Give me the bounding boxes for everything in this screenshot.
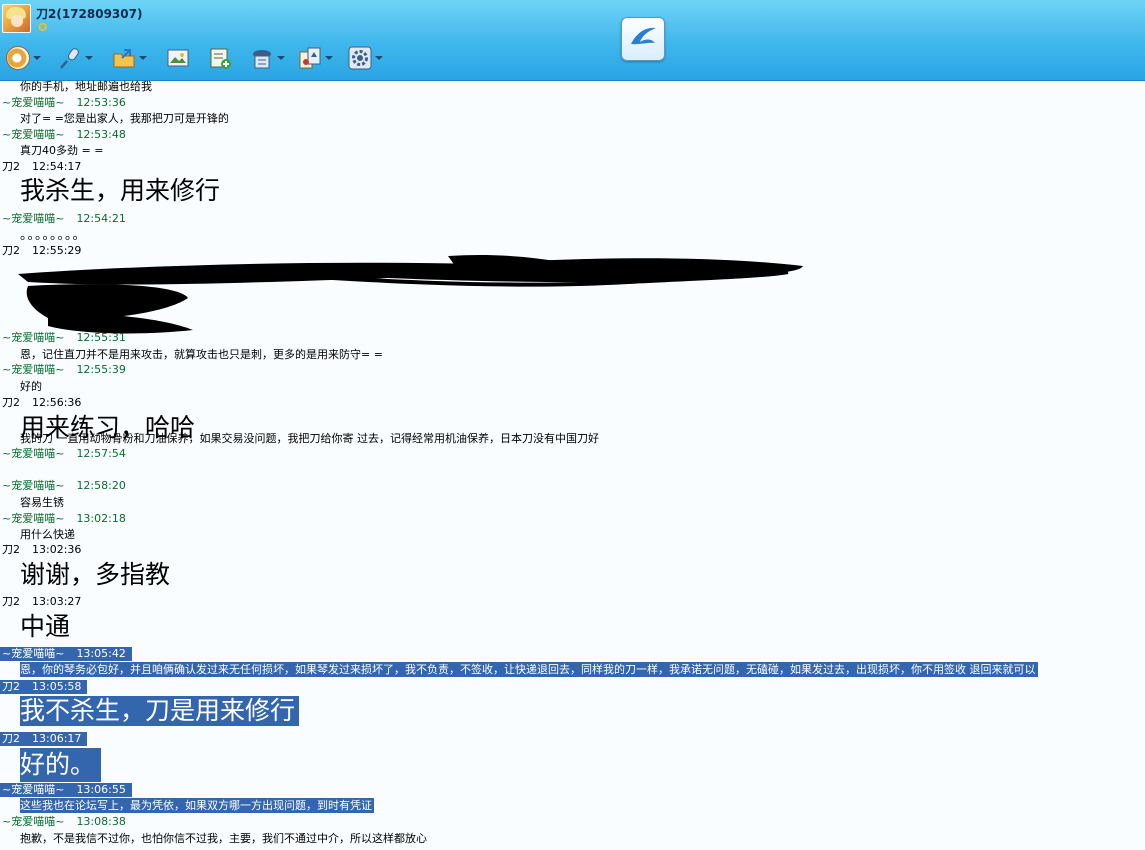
star-status-icon: ✪ (38, 21, 48, 34)
video-call-icon (6, 46, 30, 70)
message-header: ~宠爱喵喵~ 13:02:18 (2, 512, 126, 526)
message-header: ~宠爱喵喵~ 12:53:48 (2, 128, 126, 142)
message-header: 刀2 13:05:58 (0, 680, 88, 694)
remote-assist-button[interactable] (248, 44, 288, 74)
photo-button[interactable] (164, 44, 204, 74)
message-header: 刀2 13:03:27 (2, 595, 81, 609)
chevron-down-icon[interactable] (277, 56, 285, 60)
message-text: 。。。。。。。。 (20, 228, 87, 243)
sender-name: ~宠爱喵喵~ (2, 331, 65, 344)
message-time: 12:57:54 (76, 447, 126, 460)
message-header: ~宠爱喵喵~ 12:57:54 (2, 447, 126, 461)
message-time: 13:05:58 (32, 680, 82, 693)
message-text: 恩，记住直刀并不是用来攻击，就算攻击也只是刺，更多的是用来防守= = (20, 348, 383, 361)
message-header: ~宠爱喵喵~ 12:55:39 (2, 363, 126, 377)
sender-name: ~宠爱喵喵~ (2, 815, 65, 828)
message-header: ~宠爱喵喵~ 12:58:20 (2, 479, 126, 493)
message-text: 容易生锈 (20, 496, 64, 509)
message-time: 13:06:17 (32, 732, 82, 745)
apps-button[interactable] (296, 44, 336, 74)
message-header: ~宠爱喵喵~ 12:53:36 (2, 96, 126, 110)
message-text: 好的 (20, 380, 42, 393)
settings-button[interactable] (346, 44, 386, 74)
sender-name: ~宠爱喵喵~ (2, 512, 65, 525)
app-logo-button[interactable] (621, 17, 665, 61)
message-header: ~宠爱喵喵~ 13:05:42 (0, 647, 132, 661)
contact-avatar[interactable] (2, 4, 31, 33)
message-text: 我的刀 一直用动物骨粉和刀油保养，如果交易没问题，我把刀给你寄 过去，记得经常用… (20, 432, 599, 445)
sender-name: 刀2 (2, 543, 20, 556)
sender-name: ~宠爱喵喵~ (2, 783, 65, 796)
message-header: ~宠爱喵喵~ 13:08:38 (2, 815, 126, 829)
message-text: 真刀40多劲 = = (20, 144, 104, 157)
message-text: 这些我也在论坛写上，最为凭依，如果双方哪一方出现问题，到时有凭证 (20, 798, 374, 813)
message-text: 你的手机，地址邮遍也给我 (20, 80, 152, 93)
message-text: 谢谢，多指教 (20, 560, 171, 589)
sender-name: ~宠爱喵喵~ (2, 447, 65, 460)
chevron-down-icon[interactable] (85, 56, 93, 60)
photo-icon (166, 46, 190, 70)
message-time: 13:05:42 (76, 647, 126, 660)
message-time: 12:55:39 (76, 363, 126, 376)
message-text: 恩，你的琴务必包好，并且咱俩确认发过来无任何损坏，如果琴发过来损坏了，我不负责，… (20, 662, 1038, 677)
message-time: 12:56:36 (32, 396, 82, 409)
add-contact-button[interactable] (206, 44, 246, 74)
title-bar: 刀2(172809307) ✪ (0, 0, 1145, 81)
sender-name: ~宠爱喵喵~ (2, 479, 65, 492)
sender-name: 刀2 (2, 595, 20, 608)
message-header: ~宠爱喵喵~ 12:54:21 (2, 212, 126, 226)
message-time: 12:53:36 (76, 96, 126, 109)
send-file-icon (112, 46, 136, 70)
message-text: 中通 (20, 612, 71, 641)
message-time: 12:58:20 (76, 479, 126, 492)
message-header: 刀2 12:54:17 (2, 160, 81, 174)
message-time: 13:03:27 (32, 595, 82, 608)
message-time: 13:06:55 (76, 783, 126, 796)
swallow-logo-icon (631, 27, 656, 45)
chevron-down-icon[interactable] (139, 56, 147, 60)
message-header: 刀2 13:06:17 (0, 732, 88, 746)
message-header: 刀2 13:02:36 (2, 543, 81, 557)
sender-name: ~宠爱喵喵~ (2, 212, 65, 225)
sender-name: ~宠爱喵喵~ (2, 363, 65, 376)
message-text: 好的。 (20, 748, 102, 782)
chevron-down-icon[interactable] (33, 56, 41, 60)
message-time: 12:54:21 (76, 212, 126, 225)
message-text: 抱歉，不是我信不过你，也怕你信不过我，主要，我们不通过中介，所以这样都放心 (20, 832, 427, 845)
sender-name: ~宠爱喵喵~ (2, 96, 65, 109)
apps-icon (298, 46, 322, 70)
settings-icon (348, 46, 372, 70)
message-time: 12:54:17 (32, 160, 82, 173)
redaction-scribble (18, 254, 803, 334)
chevron-down-icon[interactable] (375, 56, 383, 60)
add-contact-icon (208, 46, 232, 70)
sender-name: ~宠爱喵喵~ (2, 647, 65, 660)
microphone-icon (58, 46, 82, 70)
send-file-button[interactable] (110, 44, 150, 74)
message-text: 对了= =您是出家人，我那把刀可是开锋的 (20, 112, 229, 125)
video-call-button[interactable] (4, 44, 44, 74)
message-header: ~宠爱喵喵~ 12:55:31 (2, 331, 126, 345)
sender-name: ~宠爱喵喵~ (2, 128, 65, 141)
sender-name: 刀2 (2, 732, 20, 745)
sender-name: 刀2 (2, 160, 20, 173)
message-time: 12:53:48 (76, 128, 126, 141)
message-header: 刀2 12:56:36 (2, 396, 81, 410)
window-title: 刀2(172809307) (36, 7, 143, 21)
sender-name: 刀2 (2, 396, 20, 409)
remote-assist-icon (250, 46, 274, 70)
message-history[interactable]: 你的手机，地址邮遍也给我 ~宠爱喵喵~ 12:53:36 对了= =您是出家人，我… (0, 80, 1145, 850)
message-time: 13:08:38 (76, 815, 126, 828)
message-time: 13:02:36 (32, 543, 82, 556)
message-time: 13:02:18 (76, 512, 126, 525)
message-text: 我不杀生，刀是用来修行 (20, 696, 300, 726)
sender-name: 刀2 (2, 680, 20, 693)
message-time: 12:55:31 (76, 331, 126, 344)
chevron-down-icon[interactable] (325, 56, 333, 60)
message-text: 我杀生，用来修行 (20, 176, 221, 205)
voice-call-button[interactable] (56, 44, 96, 74)
message-text: 用什么快递 (20, 528, 75, 541)
message-header: ~宠爱喵喵~ 13:06:55 (0, 783, 132, 797)
